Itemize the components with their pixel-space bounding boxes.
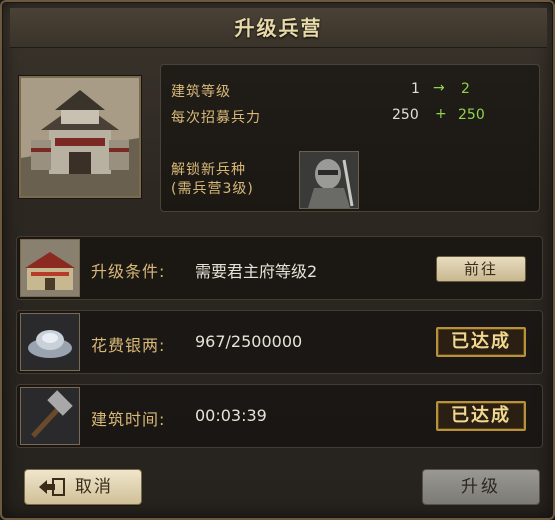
- lord-palace-icon: [20, 239, 80, 297]
- unlock-label-line1: 解锁新兵种: [171, 162, 246, 178]
- unlock-label-line2: (需兵营3级): [171, 181, 254, 197]
- dialog-title: 升级兵营: [234, 16, 323, 40]
- cost-value: 967/2500000: [195, 332, 303, 351]
- achieved-badge: 已达成: [436, 327, 526, 357]
- cost-label: 花费银两:: [91, 336, 166, 355]
- building-info-panel: 建筑等级 1 → 2 每次招募兵力 250 + 250 解锁新兵种 (需兵营3级…: [16, 58, 543, 220]
- barracks-building-icon: [21, 78, 139, 196]
- stats-box: 建筑等级 1 → 2 每次招募兵力 250 + 250 解锁新兵种 (需兵营3级…: [160, 64, 540, 212]
- upgrade-barracks-dialog: 升级兵营 建筑等级 1 → 2 每次招募兵力 250 + 250 解锁新兵种 (…: [0, 0, 555, 520]
- requirement-value: 需要君主府等级2: [195, 262, 318, 281]
- plus-icon: +: [435, 106, 447, 122]
- building-level-label: 建筑等级: [171, 84, 231, 100]
- silver-ingot-icon: [20, 313, 80, 371]
- requirement-row: 花费银两: 967/2500000 已达成: [16, 310, 543, 374]
- title-bar: 升级兵营: [10, 8, 547, 48]
- barracks-portrait: [19, 76, 141, 198]
- requirement-row: 升级条件: 需要君主府等级2 前往: [16, 236, 543, 300]
- build-time-value: 00:03:39: [195, 406, 267, 425]
- building-level-current: 1: [411, 81, 420, 97]
- upgrade-label: 升级: [461, 477, 501, 497]
- requirement-row: 建筑时间: 00:03:39 已达成: [16, 384, 543, 448]
- hammer-icon: [20, 387, 80, 445]
- requirement-label: 升级条件:: [91, 262, 166, 281]
- cancel-label: 取消: [75, 477, 113, 497]
- goto-button[interactable]: 前往: [436, 256, 526, 282]
- exit-arrow-icon: [39, 478, 65, 496]
- recruit-label: 每次招募兵力: [171, 110, 261, 126]
- arrow-right-icon: →: [433, 80, 445, 96]
- unlock-unit-icon[interactable]: [299, 151, 359, 209]
- upgrade-button[interactable]: 升级: [422, 469, 540, 505]
- build-time-label: 建筑时间:: [91, 410, 166, 429]
- cancel-button[interactable]: 取消: [24, 469, 142, 505]
- building-level-next: 2: [461, 81, 470, 97]
- achieved-badge: 已达成: [436, 401, 526, 431]
- recruit-bonus: 250: [458, 107, 485, 123]
- recruit-current: 250: [392, 107, 419, 123]
